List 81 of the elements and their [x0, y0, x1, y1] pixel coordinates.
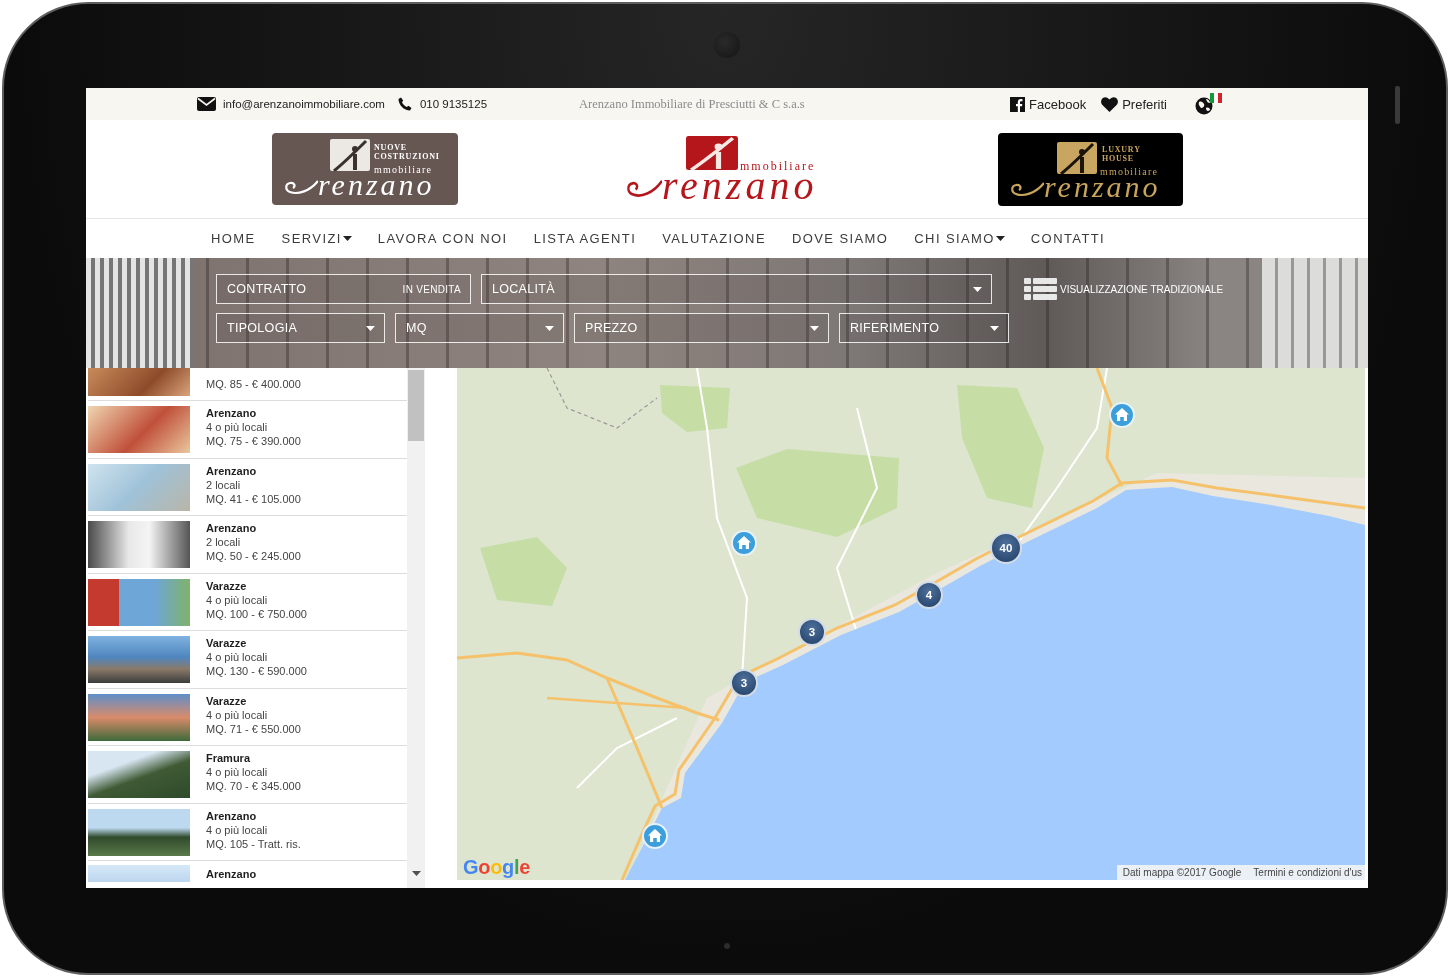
logo-subtitle: mmobiliare: [1100, 167, 1159, 177]
filter-dropdown[interactable]: LOCALITÀ: [481, 274, 992, 304]
nav-link[interactable]: DOVE SIAMO: [791, 231, 889, 246]
listing-details: MQ. 50 - € 245.000: [206, 549, 301, 563]
company-name: Arenzano Immobiliare di Presciutti & C s.a.s: [579, 96, 805, 112]
scrollbar-thumb[interactable]: [408, 370, 424, 441]
listing-details: MQ. 75 - € 390.000: [206, 434, 301, 448]
globe-flag-icon[interactable]: [1195, 93, 1222, 115]
listing-rooms: 4 o più locali: [206, 420, 268, 434]
facebook-link[interactable]: Facebook: [1010, 96, 1087, 112]
listing-photo[interactable]: [88, 578, 190, 626]
listing-city[interactable]: Arenzano: [206, 867, 257, 881]
listing-city[interactable]: Varazze: [206, 693, 247, 708]
logo-wordmark: renzano: [1044, 178, 1161, 196]
listing-details: MQ. 100 - € 750.000: [206, 606, 307, 621]
listing-rooms: 4 o più locali: [206, 822, 268, 837]
logo-wordmark: renzano: [662, 174, 818, 198]
listing-city[interactable]: Varazze: [206, 578, 247, 593]
filter-dropdown[interactable]: TIPOLOGIA: [216, 313, 385, 343]
logo-tagline: LUXURY HOUSE: [1102, 145, 1141, 163]
listing-photo[interactable]: [88, 751, 190, 798]
nav-link[interactable]: CHI SIAMO: [914, 231, 1005, 246]
nav-link[interactable]: LAVORA CON NOI: [377, 231, 508, 246]
caret-icon: [990, 325, 999, 331]
phone-link[interactable]: 010 9135125: [397, 97, 488, 111]
listing-rooms: 4 o più locali: [206, 707, 268, 722]
listing-photo[interactable]: [88, 521, 190, 568]
sensor-dot-icon: [724, 943, 730, 949]
heart-icon: [1101, 96, 1119, 112]
terms-link[interactable]: Termini e condizioni d'us: [1253, 866, 1362, 879]
map-attribution: Dati mappa ©2017 Google: [1122, 866, 1242, 879]
listing-rooms: 4 o più locali: [206, 765, 268, 779]
caret-icon: [545, 325, 554, 331]
caret-icon: [810, 325, 819, 331]
nav-link[interactable]: SERVIZI: [281, 231, 352, 246]
listing-details: MQ. 130 - € 590.000: [206, 664, 307, 678]
listing-city[interactable]: Arenzano: [206, 463, 257, 478]
logo-subtitle: mmobiliare: [374, 165, 433, 175]
listing-photo[interactable]: [88, 636, 190, 683]
nav-link[interactable]: VALUTAZIONE: [662, 231, 766, 246]
logo-emblem-icon: [686, 136, 738, 170]
scrollbar-track[interactable]: [407, 368, 425, 888]
listing-details: MQ. 85 - € 400.000: [206, 377, 301, 391]
filter-dropdown[interactable]: MQ: [395, 313, 564, 343]
filter-select[interactable]: CONTRATTO IN VENDITA: [216, 274, 471, 304]
listing-photo[interactable]: [88, 808, 190, 856]
logo-emblem-icon: [1057, 142, 1097, 174]
envelope-icon: [197, 97, 216, 111]
phone-icon: [397, 97, 412, 111]
listing-details: MQ. 41 - € 105.000: [206, 491, 301, 506]
list-view-icon: [1024, 278, 1057, 300]
listing-city[interactable]: Arenzano: [206, 521, 257, 535]
nav-link[interactable]: LISTA AGENTI: [533, 231, 637, 246]
listing-city[interactable]: Arenzano: [206, 406, 257, 420]
listing-rooms: 4 o più locali: [206, 592, 268, 607]
view-toggle-link[interactable]: VISUALIZZAZIONE TRADIZIONALE: [1024, 278, 1224, 300]
logo-subtitle: mmobiliare: [740, 160, 816, 172]
caret-icon: [366, 325, 375, 331]
email-link[interactable]: info@arenzanoimmobiliare.com: [197, 97, 385, 111]
listing-photo[interactable]: [88, 693, 190, 741]
down-arrow-icon: [411, 870, 421, 876]
facebook-icon: [1010, 96, 1026, 112]
nav-link[interactable]: CONTATTI: [1030, 231, 1106, 246]
listing-rooms: 2 locali: [206, 535, 241, 549]
listing-rooms: 4 o più locali: [206, 650, 268, 664]
listing-city[interactable]: Framura: [206, 751, 251, 765]
filter-dropdown[interactable]: PREZZO: [574, 313, 829, 343]
logo-wordmark: renzano: [318, 176, 435, 194]
nav-link[interactable]: HOME: [211, 231, 256, 246]
listing-city[interactable]: Varazze: [206, 636, 247, 650]
caret-icon: [973, 286, 982, 292]
favorites-link[interactable]: Preferiti: [1101, 96, 1167, 112]
listing-city[interactable]: Arenzano: [206, 808, 257, 823]
filter-dropdown[interactable]: RIFERIMENTO: [839, 313, 1009, 343]
listing-details: MQ. 71 - € 550.000: [206, 721, 301, 736]
logo-tagline: NUOVE COSTRUZIONI: [374, 143, 440, 161]
logo-emblem-icon: [330, 139, 370, 171]
bezel-mark: [1395, 86, 1400, 124]
listing-details: MQ. 70 - € 345.000: [206, 779, 301, 793]
listing-rooms: 2 locali: [206, 477, 241, 492]
listing-details: MQ. 105 - Tratt. ris.: [206, 836, 301, 851]
